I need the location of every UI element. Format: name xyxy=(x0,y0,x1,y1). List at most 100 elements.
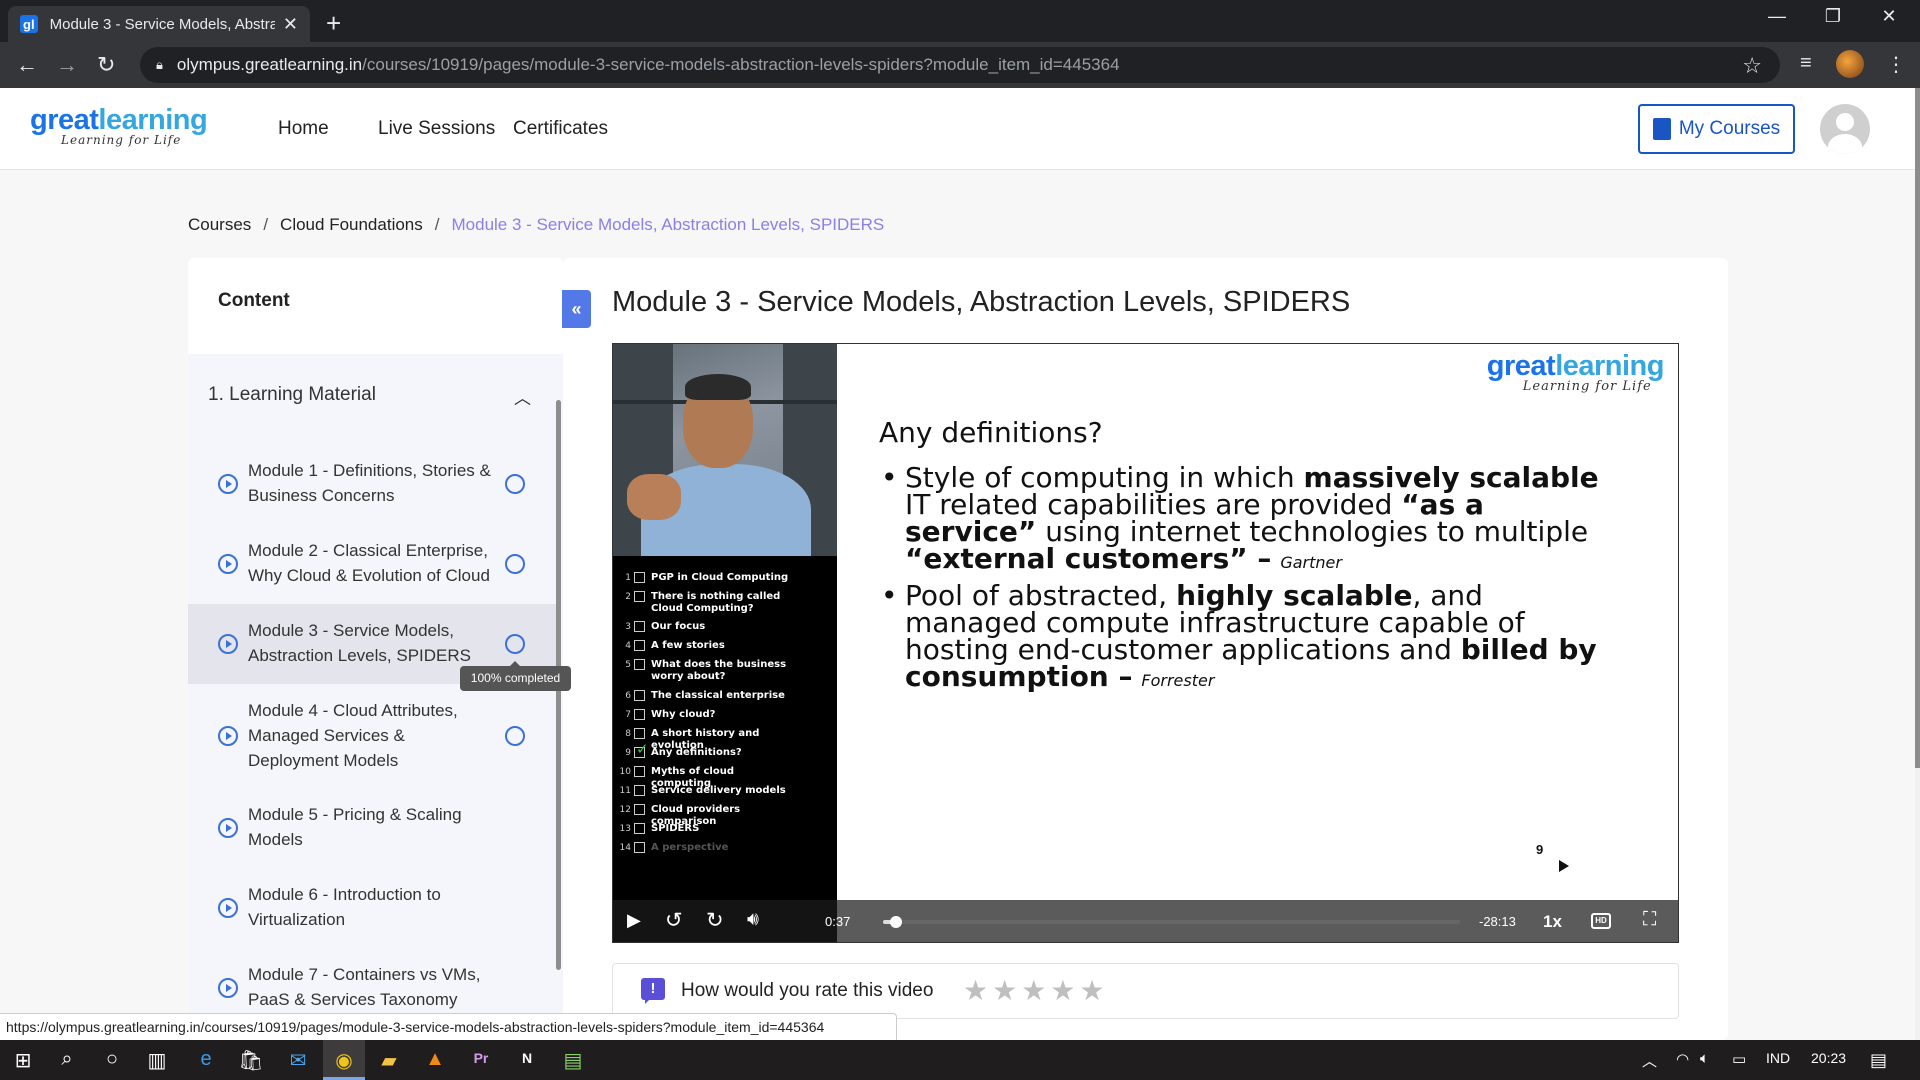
volume-icon[interactable]: 🔊︎ xyxy=(747,909,759,931)
module-label: Module 4 - Cloud Attributes, Managed Ser… xyxy=(248,701,458,770)
module-item-2[interactable]: Module 2 - Classical Enterprise, Why Clo… xyxy=(188,524,558,604)
module-item-1[interactable]: Module 1 - Definitions, Stories & Busine… xyxy=(188,444,558,524)
outline-item: 14 A perspective xyxy=(619,842,729,853)
seek-bar[interactable] xyxy=(883,916,1460,928)
minimize-icon[interactable]: — xyxy=(1762,6,1792,27)
slide-bullet-1: Style of computing in which massively sc… xyxy=(881,464,1621,576)
speaker-icon[interactable]: 🔈︎ xyxy=(1700,1050,1709,1067)
slide-outline: 1 PGP in Cloud Computing 2 There is nothing… xyxy=(613,556,837,942)
clock[interactable]: 20:23 xyxy=(1811,1050,1846,1066)
outline-item: 11 Service delivery models xyxy=(619,785,786,796)
module-label: Module 7 - Containers vs VMs, PaaS & Ser… xyxy=(248,965,481,1009)
play-circle-icon xyxy=(218,726,238,746)
star-rating[interactable]: ★ ★ ★ ★ ★ xyxy=(963,974,1105,1007)
notion-icon[interactable]: N xyxy=(512,1050,542,1074)
outline-item: 1 PGP in Cloud Computing xyxy=(625,572,789,583)
restore-icon[interactable]: ❐ xyxy=(1818,6,1848,27)
section-title[interactable]: 1. Learning Material xyxy=(208,384,376,406)
greatlearning-logo[interactable]: greatlearning Learning for Life xyxy=(30,104,208,147)
rating-star-icon[interactable]: ★ xyxy=(963,974,988,1007)
module-item-4[interactable]: Module 4 - Cloud Attributes, Managed Ser… xyxy=(188,684,558,788)
my-courses-button[interactable]: My Courses xyxy=(1638,104,1795,154)
new-tab-icon[interactable]: + xyxy=(326,8,341,39)
breadcrumb-cloud-foundations[interactable]: Cloud Foundations xyxy=(280,215,423,235)
nav-home[interactable]: Home xyxy=(278,118,329,140)
browser-tab-active[interactable]: gl Module 3 - Service Models, Abstractio… xyxy=(8,6,310,42)
tab-close-icon[interactable]: ✕ xyxy=(283,14,298,35)
site-favicon-icon: gl xyxy=(20,15,38,33)
edge-icon[interactable]: e xyxy=(191,1048,221,1072)
user-avatar[interactable] xyxy=(1820,104,1870,154)
chrome-icon[interactable]: ◉ xyxy=(329,1048,359,1072)
video-player[interactable]: 1 PGP in Cloud Computing 2 There is nothing… xyxy=(612,343,1679,943)
battery-icon[interactable]: ▭ xyxy=(1732,1050,1746,1068)
forward-skip-icon[interactable]: ↻ xyxy=(706,908,724,933)
notifications-icon[interactable]: ▤ xyxy=(1870,1050,1887,1071)
page-title: Module 3 - Service Models, Abstraction L… xyxy=(612,286,1351,318)
breadcrumb-current: Module 3 - Service Models, Abstraction L… xyxy=(451,215,885,234)
notepad-icon[interactable]: ▤ xyxy=(558,1048,588,1072)
module-item-5[interactable]: Module 5 - Pricing & Scaling Models xyxy=(188,788,558,868)
tab-title: Module 3 - Service Models, Abstraction L… xyxy=(49,15,275,33)
seek-handle[interactable] xyxy=(889,916,902,928)
vlc-icon[interactable]: ▲ xyxy=(420,1048,450,1072)
windows-taskbar: ⊞ ⌕ ○ ▥ e 🛍︎ ✉ ◉ ▰ ▲ Pr N ▤ ︿ ◠ 🔈︎ ▭ IND… xyxy=(0,1040,1920,1080)
breadcrumb-separator: / xyxy=(434,215,440,234)
play-circle-icon xyxy=(218,818,238,838)
rating-bar: ! How would you rate this video ★ ★ ★ ★ ★ xyxy=(612,963,1679,1019)
task-view-icon[interactable]: ▥ xyxy=(142,1048,172,1072)
book-icon xyxy=(1652,118,1671,140)
profile-avatar[interactable] xyxy=(1836,50,1864,78)
completion-tooltip: 100% completed xyxy=(460,661,571,691)
fullscreen-icon[interactable]: ⛶ xyxy=(1643,909,1656,931)
play-circle-icon xyxy=(218,554,238,574)
outline-item: 3 Our focus xyxy=(625,621,706,632)
presenter-video xyxy=(613,344,837,556)
language-indicator[interactable]: IND xyxy=(1766,1050,1790,1066)
premiere-pro-icon[interactable]: Pr xyxy=(466,1050,496,1074)
rating-star-icon[interactable]: ★ xyxy=(1050,974,1075,1007)
hd-quality-icon[interactable]: HD xyxy=(1591,913,1611,929)
store-icon[interactable]: 🛍︎ xyxy=(236,1048,266,1072)
checkmark-icon: ✓ xyxy=(636,740,649,758)
bookmark-star-icon[interactable]: ☆ xyxy=(1742,53,1762,79)
nav-certificates[interactable]: Certificates xyxy=(513,118,608,140)
mail-icon[interactable]: ✉ xyxy=(283,1048,313,1072)
windows-start-icon[interactable]: ⊞ xyxy=(8,1048,38,1072)
play-icon[interactable]: ▶ xyxy=(627,910,641,931)
wifi-icon[interactable]: ◠ xyxy=(1676,1050,1689,1068)
page-scrollbar[interactable] xyxy=(1915,88,1920,1040)
forward-icon[interactable]: → xyxy=(56,52,78,78)
breadcrumb-courses[interactable]: Courses xyxy=(188,215,251,235)
logo-word-learning: learning xyxy=(98,104,208,136)
search-icon[interactable]: ⌕ xyxy=(52,1048,82,1072)
menu-kebab-icon[interactable]: ⋮ xyxy=(1886,52,1906,77)
module-label: Module 3 - Service Models, Abstraction L… xyxy=(248,621,471,665)
rating-star-icon[interactable]: ★ xyxy=(1021,974,1046,1007)
media-queue-icon[interactable]: ≡ xyxy=(1800,52,1812,75)
content-sidebar: Content 1. Learning Material ︿ Module 1 … xyxy=(188,258,563,1040)
play-circle-icon xyxy=(218,978,238,998)
rewind-icon[interactable]: ↺ xyxy=(665,908,683,933)
slide-number: 9 xyxy=(1536,842,1544,857)
outline-item: 6 The classical enterprise xyxy=(625,690,785,701)
back-icon[interactable]: ← xyxy=(16,52,38,78)
lock-icon[interactable]: 🔒︎ xyxy=(156,57,163,73)
tray-chevron-up-icon[interactable]: ︿ xyxy=(1642,1050,1657,1071)
module-item-6[interactable]: Module 6 - Introduction to Virtualizatio… xyxy=(188,868,558,948)
address-bar[interactable]: 🔒︎ olympus.greatlearning.in/courses/1091… xyxy=(140,47,1780,83)
window-close-icon[interactable]: ✕ xyxy=(1874,6,1904,27)
nav-live-sessions[interactable]: Live Sessions xyxy=(378,118,495,140)
cortana-icon[interactable]: ○ xyxy=(97,1048,127,1072)
rating-star-icon[interactable]: ★ xyxy=(1079,974,1104,1007)
my-courses-label: My Courses xyxy=(1678,118,1781,139)
sidebar-header: Content xyxy=(218,290,290,311)
play-circle-icon xyxy=(218,898,238,918)
collapse-sidebar-icon[interactable]: « xyxy=(562,290,591,328)
chevron-up-icon[interactable]: ︿ xyxy=(514,384,531,409)
rating-star-icon[interactable]: ★ xyxy=(992,974,1017,1007)
completion-circle-icon xyxy=(505,474,525,494)
reload-icon[interactable]: ↻ xyxy=(97,52,115,78)
playback-speed[interactable]: 1x xyxy=(1543,912,1562,932)
file-explorer-icon[interactable]: ▰ xyxy=(374,1048,404,1072)
